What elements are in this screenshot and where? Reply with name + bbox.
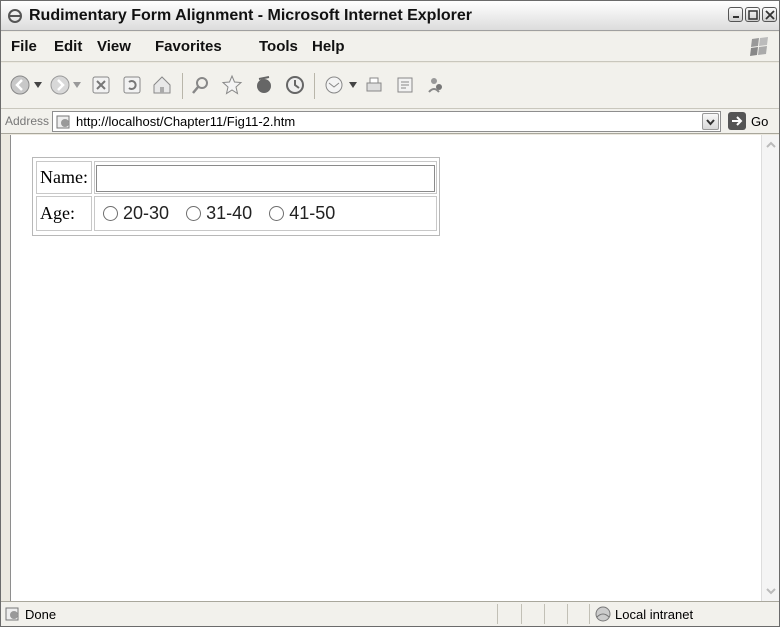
- print-icon[interactable]: [363, 74, 385, 96]
- close-icon: [765, 10, 775, 20]
- table-cell: Name:: [36, 161, 92, 194]
- toolbar-separator: [314, 73, 315, 99]
- back-icon[interactable]: [9, 74, 31, 96]
- search-icon[interactable]: [190, 74, 212, 96]
- menu-file[interactable]: File: [11, 38, 37, 55]
- refresh-icon[interactable]: [121, 74, 143, 96]
- mail-icon[interactable]: [323, 74, 345, 96]
- radio-label-41-50[interactable]: 41-50: [289, 203, 335, 223]
- status-divider: [589, 604, 590, 624]
- page-icon: [5, 607, 19, 621]
- chevron-down-icon[interactable]: [349, 82, 357, 88]
- menu-view[interactable]: View: [97, 38, 131, 55]
- go-button[interactable]: [728, 112, 746, 130]
- chevron-down-icon[interactable]: [73, 82, 81, 88]
- home-icon[interactable]: [151, 74, 173, 96]
- edit-icon[interactable]: [394, 74, 416, 96]
- history-icon[interactable]: [284, 74, 306, 96]
- address-field[interactable]: http://localhost/Chapter11/Fig11-2.htm: [52, 111, 721, 132]
- chevron-down-icon: [706, 119, 715, 126]
- age-label: Age:: [40, 203, 75, 223]
- scroll-down-icon[interactable]: [764, 584, 778, 598]
- vertical-scrollbar[interactable]: [761, 135, 779, 601]
- window-title: Rudimentary Form Alignment - Microsoft I…: [29, 7, 473, 24]
- media-icon[interactable]: [253, 74, 275, 96]
- forward-icon[interactable]: [49, 74, 71, 96]
- menu-help[interactable]: Help: [312, 38, 345, 55]
- age-radio-group: 20-30 31-40 41-50: [103, 203, 347, 227]
- scroll-up-icon[interactable]: [764, 138, 778, 152]
- favorites-icon[interactable]: [221, 74, 243, 96]
- windows-logo-icon: [750, 37, 768, 56]
- radio-label-31-40[interactable]: 31-40: [206, 203, 252, 223]
- address-label: Address: [5, 114, 50, 128]
- toolbar-separator: [182, 73, 183, 99]
- minimize-button[interactable]: [728, 7, 743, 22]
- toolbar: [1, 63, 779, 109]
- close-button[interactable]: [762, 7, 777, 22]
- maximize-button[interactable]: [745, 7, 760, 22]
- radio-31-40[interactable]: [186, 206, 202, 221]
- menu-edit[interactable]: Edit: [54, 38, 82, 55]
- maximize-icon: [748, 10, 758, 20]
- page-content: Name: Age: 20-30 31-40 41-50: [10, 135, 761, 601]
- messenger-icon[interactable]: [425, 74, 447, 96]
- name-input[interactable]: [96, 165, 435, 192]
- status-bar: Done Local intranet: [1, 601, 779, 626]
- menu-favorites[interactable]: Favorites: [155, 38, 222, 55]
- chevron-down-icon[interactable]: [34, 82, 42, 88]
- title-bar[interactable]: Rudimentary Form Alignment - Microsoft I…: [1, 1, 779, 31]
- stop-icon[interactable]: [90, 74, 112, 96]
- address-bar: Address http://localhost/Chapter11/Fig11…: [1, 109, 779, 134]
- security-zone: Local intranet: [615, 607, 694, 622]
- status-divider: [544, 604, 545, 624]
- minimize-icon: [733, 16, 739, 18]
- intranet-icon: [595, 606, 611, 622]
- menu-tools[interactable]: Tools: [259, 38, 298, 55]
- menu-bar: File Edit View Favorites Tools Help: [1, 32, 779, 62]
- table-cell: Age:: [36, 196, 92, 231]
- radio-41-50[interactable]: [269, 206, 285, 221]
- name-label: Name:: [40, 167, 88, 187]
- address-url[interactable]: http://localhost/Chapter11/Fig11-2.htm: [76, 114, 295, 129]
- status-divider: [567, 604, 568, 624]
- address-dropdown-button[interactable]: [702, 113, 719, 130]
- radio-label-20-30[interactable]: 20-30: [123, 203, 169, 223]
- status-divider: [521, 604, 522, 624]
- status-divider: [497, 604, 498, 624]
- arrow-right-icon: [732, 116, 743, 126]
- radio-20-30[interactable]: [103, 206, 118, 221]
- ie-logo-icon: [8, 9, 22, 23]
- page-icon: [56, 115, 70, 129]
- form-table: Name: Age: 20-30 31-40 41-50: [32, 157, 440, 236]
- go-label[interactable]: Go: [751, 114, 768, 129]
- browser-window: Rudimentary Form Alignment - Microsoft I…: [0, 0, 780, 627]
- status-text: Done: [25, 607, 57, 622]
